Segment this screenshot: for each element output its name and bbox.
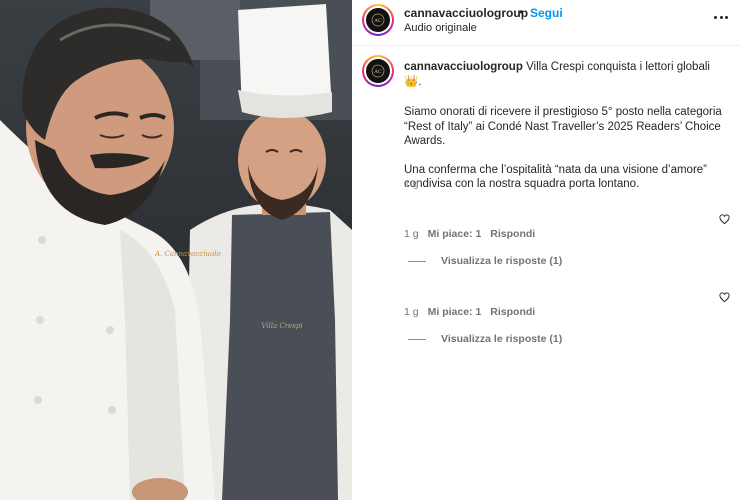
post-details-panel: AC cannavacciuologroup • Segui Audio ori… (352, 0, 740, 500)
view-replies-label: Visualizza le risposte (1) (441, 333, 563, 345)
view-replies-button[interactable]: Visualizza le risposte (1) (408, 255, 562, 267)
comment-timestamp: 1 g (404, 306, 419, 318)
comment-timestamp: 1 g (404, 228, 419, 240)
caption-username[interactable]: cannavacciuologroup (404, 61, 523, 73)
profile-username[interactable]: cannavacciuologroup (404, 6, 528, 20)
view-replies-label: Visualizza le risposte (1) (441, 255, 563, 267)
view-replies-button[interactable]: Visualizza le risposte (1) (408, 333, 562, 345)
svg-text:AC: AC (373, 18, 382, 24)
comment-meta-1: 1 g Mi piace: 1 Rispondi (404, 228, 535, 240)
heart-icon[interactable] (719, 214, 730, 225)
crown-emoji: 👑 (404, 75, 419, 88)
brand-logo-icon: AC (371, 64, 385, 78)
caption-paragraph-1: Siamo onorati di ricevere il prestigioso… (404, 106, 722, 147)
post-caption: cannavacciuologroup Villa Crespi conquis… (404, 60, 724, 206)
caption-timestamp: 1 g (404, 178, 419, 190)
follow-button[interactable]: Segui (530, 6, 563, 20)
audio-link[interactable]: Audio originale (404, 22, 477, 34)
profile-avatar[interactable]: AC (362, 4, 394, 36)
caption-avatar[interactable]: AC (362, 55, 394, 87)
jacket-text: A. Cannavacciuolo (154, 250, 221, 258)
reply-button[interactable]: Rispondi (490, 228, 535, 240)
svg-text:AC: AC (373, 69, 382, 75)
caption-paragraph-2: Una conferma che l’ospitalità “nata da u… (404, 163, 707, 191)
post-photo[interactable]: Villa Crespi A. Cannavacciuolo (0, 0, 352, 500)
reply-button[interactable]: Rispondi (490, 306, 535, 318)
chefs-photo-illustration: Villa Crespi A. Cannavacciuolo (0, 0, 352, 500)
replies-divider (408, 338, 426, 340)
heart-icon[interactable] (719, 292, 730, 303)
comment-likes[interactable]: Mi piace: 1 (428, 306, 482, 318)
apron-text: Villa Crespi (261, 322, 302, 330)
more-options-icon[interactable] (714, 10, 728, 24)
brand-logo-icon: AC (371, 13, 385, 27)
caption-title: Villa Crespi conquista i lettori globali (526, 61, 710, 73)
comment-likes[interactable]: Mi piace: 1 (428, 228, 482, 240)
replies-divider (408, 260, 426, 262)
separator-dot: • (519, 5, 524, 19)
post-header: AC cannavacciuologroup • Segui Audio ori… (352, 0, 740, 46)
comment-meta-2: 1 g Mi piace: 1 Rispondi (404, 306, 535, 318)
